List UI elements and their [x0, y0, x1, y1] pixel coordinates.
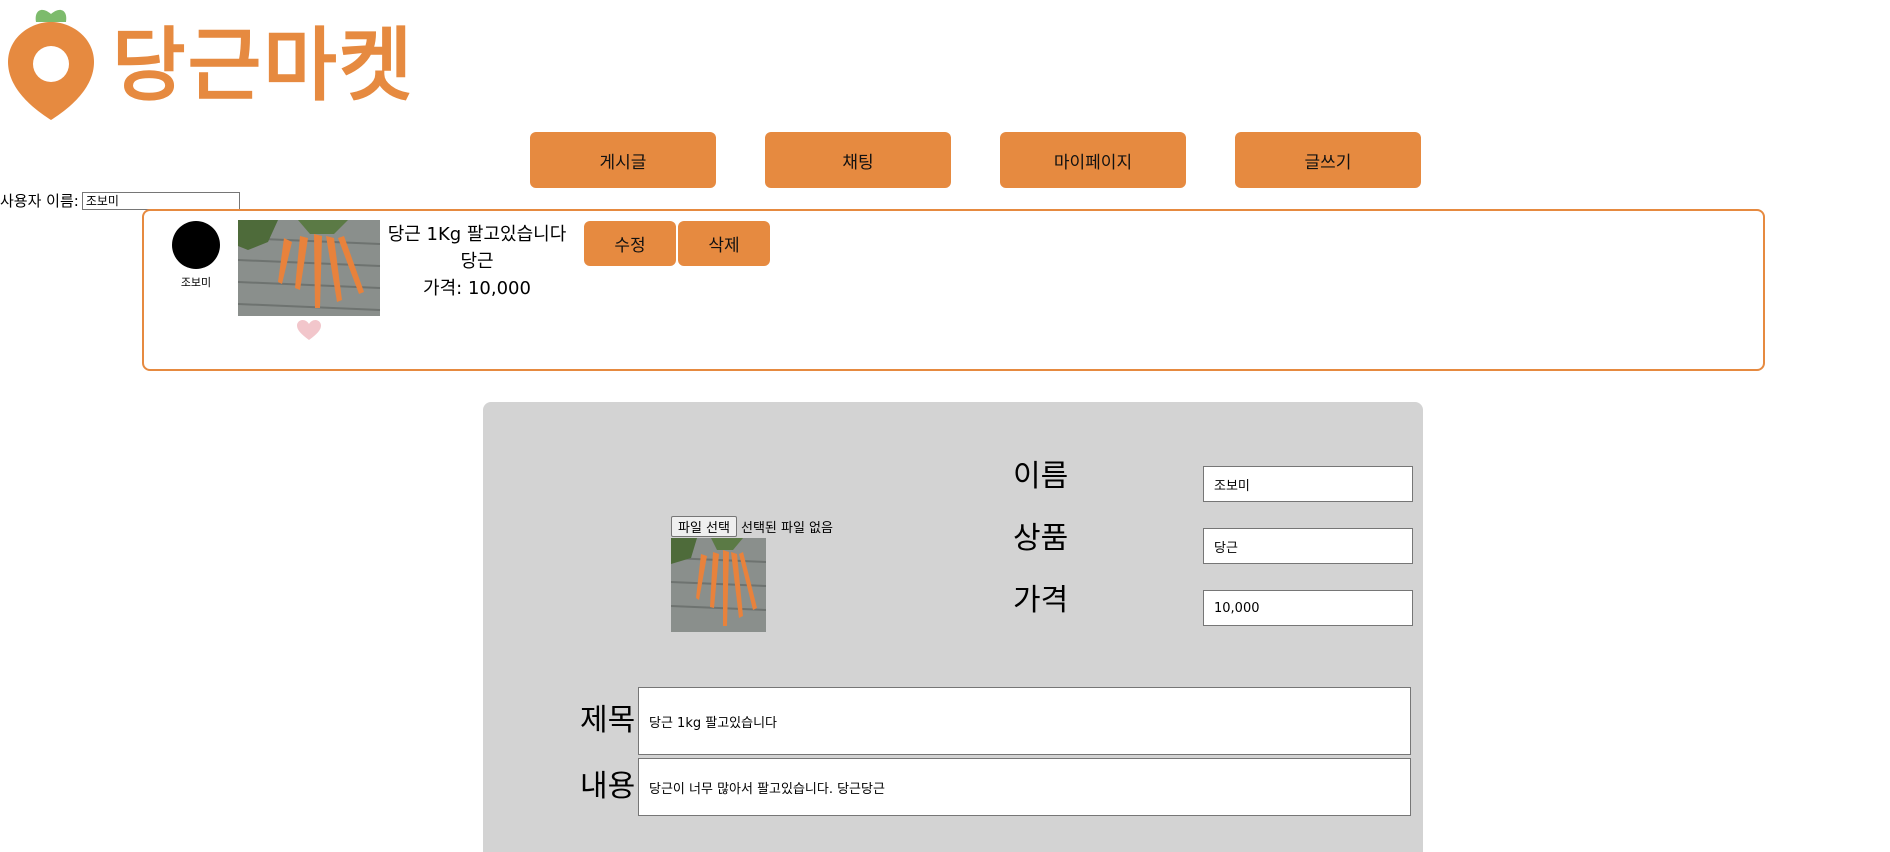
- file-status: 선택된 파일 없음: [740, 521, 833, 536]
- post-card: 조보미 당근 1Kg 팔고있습니다 당근 가격: 10,000 수정 삭제: [142, 209, 1765, 371]
- avatar: [172, 221, 220, 269]
- name-label: 이름: [1013, 459, 1069, 494]
- carrot-icon: [8, 4, 94, 120]
- product-field[interactable]: 당근: [1203, 528, 1413, 564]
- post-price: 가격: 10,000: [423, 278, 531, 299]
- content-label: 내용: [580, 769, 636, 804]
- nav-posts-button[interactable]: 게시글: [530, 132, 716, 188]
- post-author: 조보미: [180, 276, 212, 289]
- delete-button[interactable]: 삭제: [678, 221, 770, 266]
- content-field[interactable]: 당근이 너무 많아서 팔고있습니다. 당근당근: [638, 758, 1411, 816]
- edit-form-panel: 파일 선택 선택된 파일 없음 이름 조보미 상품 당근 가격 10,000 제…: [483, 402, 1423, 852]
- nav-mypage-button[interactable]: 마이페이지: [1000, 132, 1186, 188]
- edit-button[interactable]: 수정: [584, 221, 676, 266]
- image-preview: [671, 538, 766, 632]
- file-picker: 파일 선택 선택된 파일 없음: [671, 516, 833, 537]
- file-select-button[interactable]: 파일 선택: [671, 516, 737, 537]
- name-field[interactable]: 조보미: [1203, 466, 1413, 502]
- post-product: 당근: [460, 251, 494, 272]
- title-field[interactable]: 당근 1kg 팔고있습니다: [638, 687, 1411, 755]
- username-input[interactable]: [81, 191, 240, 210]
- brand-logo[interactable]: 당근마켓: [8, 4, 414, 120]
- heart-icon[interactable]: [296, 319, 322, 341]
- username-row: 사용자 이름:: [0, 190, 240, 211]
- price-field[interactable]: 10,000: [1203, 590, 1413, 626]
- post-thumbnail[interactable]: [238, 220, 380, 316]
- title-label: 제목: [580, 703, 636, 738]
- nav-write-button[interactable]: 글쓰기: [1235, 132, 1421, 188]
- price-label: 가격: [1013, 583, 1069, 618]
- brand-name: 당근마켓: [112, 19, 415, 112]
- nav-chat-button[interactable]: 채팅: [765, 132, 951, 188]
- username-label: 사용자 이름:: [0, 192, 79, 210]
- post-title: 당근 1Kg 팔고있습니다: [387, 224, 567, 245]
- post-info: 당근 1Kg 팔고있습니다 당근 가격: 10,000: [382, 221, 572, 302]
- product-label: 상품: [1013, 521, 1069, 556]
